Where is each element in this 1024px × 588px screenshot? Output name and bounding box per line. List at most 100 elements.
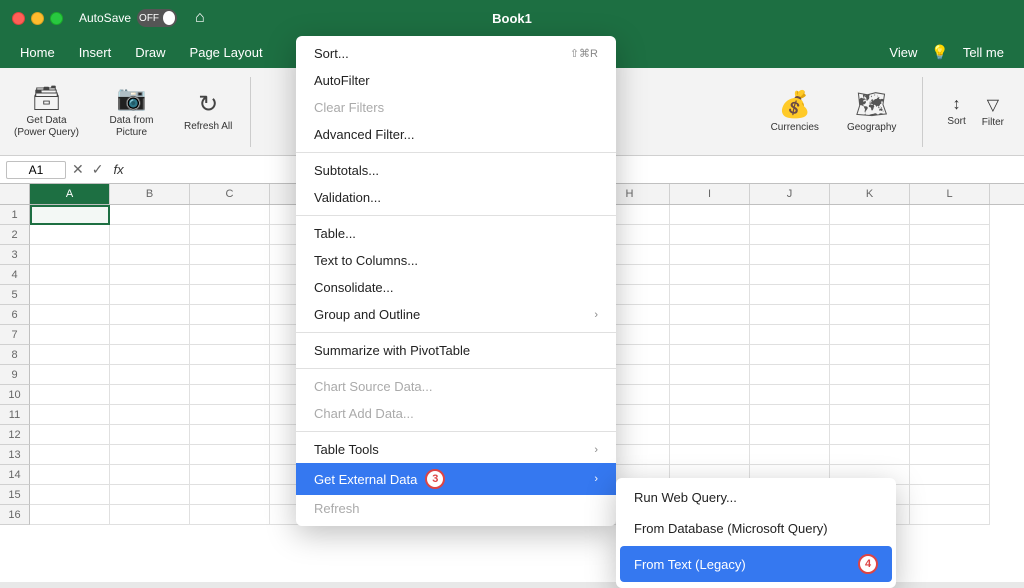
cell[interactable]: [110, 265, 190, 285]
cell[interactable]: [910, 345, 990, 365]
cell[interactable]: [30, 425, 110, 445]
cell[interactable]: [670, 345, 750, 365]
tab-tell-me[interactable]: Tell me: [953, 41, 1014, 64]
close-button[interactable]: [12, 12, 25, 25]
tab-draw[interactable]: Draw: [125, 41, 175, 64]
cell[interactable]: [110, 225, 190, 245]
menu-text-to-columns[interactable]: Text to Columns...: [296, 247, 616, 274]
cell[interactable]: [30, 345, 110, 365]
cell[interactable]: [670, 405, 750, 425]
menu-get-external-data[interactable]: Get External Data 3 ›: [296, 463, 616, 495]
cell[interactable]: [910, 225, 990, 245]
cell[interactable]: [190, 485, 270, 505]
cell[interactable]: [830, 325, 910, 345]
cell[interactable]: [110, 205, 190, 225]
cell[interactable]: [30, 225, 110, 245]
cell[interactable]: [670, 365, 750, 385]
cell-reference-input[interactable]: [6, 161, 66, 179]
autosave-toggle[interactable]: OFF: [137, 9, 177, 27]
cell[interactable]: [30, 465, 110, 485]
cell[interactable]: [750, 425, 830, 445]
cell[interactable]: [750, 225, 830, 245]
cell[interactable]: [190, 345, 270, 365]
cell[interactable]: [910, 405, 990, 425]
cell[interactable]: [670, 325, 750, 345]
tab-view[interactable]: View: [879, 41, 927, 64]
cell[interactable]: [110, 465, 190, 485]
tab-home[interactable]: Home: [10, 41, 65, 64]
cell[interactable]: [750, 405, 830, 425]
tab-insert[interactable]: Insert: [69, 41, 122, 64]
cell[interactable]: [910, 285, 990, 305]
cell[interactable]: [190, 365, 270, 385]
cell[interactable]: [30, 205, 110, 225]
menu-subtotals[interactable]: Subtotals...: [296, 157, 616, 184]
cell[interactable]: [30, 505, 110, 525]
cell[interactable]: [190, 385, 270, 405]
cell[interactable]: [190, 465, 270, 485]
cell[interactable]: [30, 305, 110, 325]
cell[interactable]: [910, 465, 990, 485]
cell[interactable]: [110, 505, 190, 525]
cell[interactable]: [670, 305, 750, 325]
cell[interactable]: [30, 285, 110, 305]
cell[interactable]: [830, 405, 910, 425]
cell[interactable]: [750, 245, 830, 265]
cell[interactable]: [750, 205, 830, 225]
cell[interactable]: [670, 445, 750, 465]
cell[interactable]: [30, 365, 110, 385]
cell[interactable]: [910, 205, 990, 225]
menu-pivot-table[interactable]: Summarize with PivotTable: [296, 337, 616, 364]
function-wizard-icon[interactable]: fx: [113, 162, 123, 177]
cell[interactable]: [910, 305, 990, 325]
cell[interactable]: [190, 225, 270, 245]
cell[interactable]: [910, 425, 990, 445]
confirm-formula-icon[interactable]: ✓: [92, 161, 104, 178]
cell[interactable]: [110, 365, 190, 385]
cell[interactable]: [670, 245, 750, 265]
cell[interactable]: [30, 405, 110, 425]
cell[interactable]: [910, 485, 990, 505]
cell[interactable]: [30, 485, 110, 505]
cell[interactable]: [30, 445, 110, 465]
cell[interactable]: [670, 265, 750, 285]
col-header-K[interactable]: K: [830, 184, 910, 204]
cell[interactable]: [670, 205, 750, 225]
cell[interactable]: [830, 225, 910, 245]
menu-sort[interactable]: Sort... ⇧⌘R: [296, 40, 616, 67]
col-header-I[interactable]: I: [670, 184, 750, 204]
filter-button[interactable]: ▽ Filter: [978, 91, 1008, 132]
cell[interactable]: [110, 445, 190, 465]
cell[interactable]: [750, 285, 830, 305]
cell[interactable]: [190, 305, 270, 325]
sort-button[interactable]: ↕ Sort: [943, 92, 969, 131]
refresh-all-button[interactable]: ↻ Refresh All: [178, 86, 238, 137]
cell[interactable]: [670, 425, 750, 445]
cell[interactable]: [110, 305, 190, 325]
cell[interactable]: [110, 485, 190, 505]
cell[interactable]: [830, 345, 910, 365]
maximize-button[interactable]: [50, 12, 63, 25]
cell[interactable]: [670, 225, 750, 245]
cell[interactable]: [910, 325, 990, 345]
cell[interactable]: [830, 205, 910, 225]
data-from-picture-button[interactable]: 📷 Data from Picture: [93, 80, 170, 143]
cell[interactable]: [110, 285, 190, 305]
cell[interactable]: [190, 445, 270, 465]
cell[interactable]: [30, 325, 110, 345]
cell[interactable]: [30, 245, 110, 265]
submenu-web-query[interactable]: Run Web Query...: [616, 482, 896, 513]
cell[interactable]: [830, 385, 910, 405]
home-icon[interactable]: ⌂: [195, 9, 205, 27]
menu-validation[interactable]: Validation...: [296, 184, 616, 211]
currencies-button[interactable]: 💰 Currencies: [765, 85, 825, 138]
cell[interactable]: [110, 345, 190, 365]
menu-table[interactable]: Table...: [296, 220, 616, 247]
cancel-formula-icon[interactable]: ✕: [72, 161, 84, 178]
cell[interactable]: [910, 385, 990, 405]
cell[interactable]: [750, 445, 830, 465]
col-header-C[interactable]: C: [190, 184, 270, 204]
cell[interactable]: [110, 325, 190, 345]
cell[interactable]: [830, 265, 910, 285]
cell[interactable]: [190, 205, 270, 225]
